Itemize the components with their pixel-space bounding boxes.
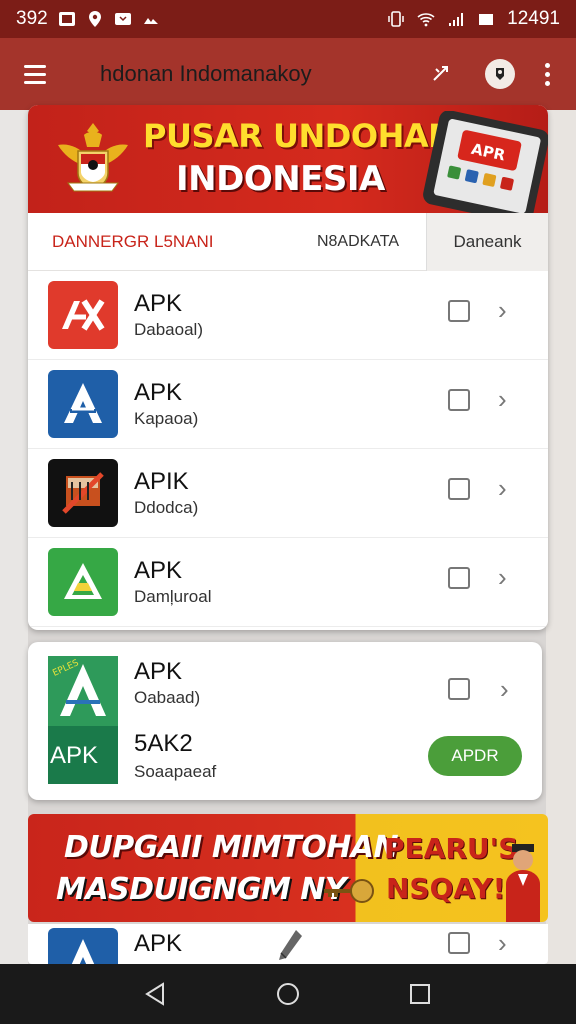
recents-button[interactable] <box>406 980 434 1008</box>
item-checkbox[interactable] <box>448 478 470 500</box>
item-subtitle: Kapaoa) <box>134 409 199 428</box>
more-options-button[interactable] <box>545 62 550 86</box>
recents-icon <box>410 984 430 1004</box>
system-nav-bar <box>0 964 576 1024</box>
item-subtitle: Damļuroal <box>134 587 212 606</box>
menu-icon <box>24 64 46 68</box>
item-title: APK <box>134 557 183 584</box>
apk-red-icon <box>48 281 118 349</box>
pencil-icon <box>279 930 302 960</box>
list-item[interactable]: APK Damļuroal › <box>28 538 548 627</box>
card-subtitle: Oabaad) <box>134 688 201 707</box>
item-subtitle: Dabaoal) <box>134 320 203 339</box>
apdr-button[interactable]: APDR <box>428 736 522 776</box>
apk-green-icon <box>48 548 118 616</box>
apk-blue-icon <box>48 928 118 964</box>
promo-right-line1: PEARU'S <box>384 832 519 865</box>
card-checkbox[interactable] <box>448 678 470 700</box>
card-subtitle-secondary: Soaapaeaf <box>134 762 217 781</box>
profile-icon <box>496 68 504 80</box>
app-title: hdonan Indomanakoy <box>100 61 312 86</box>
signal-icon <box>449 13 464 26</box>
banner-title-line1: PUSAR UNDOHAN <box>143 117 455 155</box>
more-icon-dot <box>545 71 550 77</box>
tab-n8adkata[interactable]: N8ADKATA <box>290 213 426 271</box>
item-title: APIK <box>134 468 189 495</box>
more-icon-dot <box>545 80 550 86</box>
app-bar: hdonan Indomanakoy <box>0 38 576 110</box>
share-icon <box>433 66 448 81</box>
item-title: APK <box>134 290 183 317</box>
apk-featured-label: APK <box>50 742 99 769</box>
item-title: APK <box>134 379 183 406</box>
apk-blue-icon <box>48 370 118 438</box>
share-button[interactable] <box>427 60 455 88</box>
media-icon <box>143 18 158 24</box>
list-item[interactable]: APK Dabaoal) › <box>28 271 548 360</box>
item-checkbox[interactable] <box>448 932 470 954</box>
background-left <box>0 110 28 964</box>
key-icon <box>324 879 374 903</box>
home-icon <box>277 983 299 1005</box>
header-banner[interactable]: PUSAR UNDOHAN INDONESIA APR <box>28 105 548 213</box>
card-title-secondary: 5AK2 <box>134 730 193 757</box>
person-illustration-icon <box>506 844 540 922</box>
profile-button[interactable] <box>485 59 515 89</box>
location-icon <box>88 11 101 27</box>
status-time: 12491 <box>507 8 560 29</box>
promo-right-line2: NSQAY! <box>386 872 506 905</box>
chevron-right-icon[interactable]: › <box>498 384 507 415</box>
chevron-right-icon[interactable]: › <box>498 473 507 504</box>
tab-daneank[interactable]: Daneank <box>426 212 548 271</box>
chevron-right-icon[interactable]: › <box>498 295 507 326</box>
vibrate-icon <box>388 11 404 27</box>
wifi-icon <box>417 13 435 27</box>
banner-title-line2: INDONESIA <box>176 159 385 199</box>
status-bar: 392 12491 <box>0 0 576 38</box>
photo-notification-icon <box>58 12 75 26</box>
background-right <box>546 110 576 964</box>
list-item[interactable]: APK › <box>28 924 548 964</box>
list-item[interactable]: APIK Ddodca) › <box>28 449 548 538</box>
garuda-emblem-icon <box>58 123 128 192</box>
menu-button[interactable] <box>24 56 60 92</box>
battery-icon <box>479 14 494 25</box>
status-left-text: 392 <box>16 8 48 29</box>
back-button[interactable] <box>142 980 170 1008</box>
more-icon <box>545 62 550 68</box>
apk-black-icon <box>48 459 118 527</box>
home-button[interactable] <box>274 980 302 1008</box>
message-icon <box>114 13 131 25</box>
back-icon <box>145 982 164 1006</box>
card-title: APK <box>134 658 183 685</box>
item-checkbox[interactable] <box>448 389 470 411</box>
featured-card[interactable]: EPLES APK APK Oabaad) 5AK2 Soaapaeaf › A… <box>28 642 542 800</box>
promo-line2: MASDUIGNGM NY <box>56 872 347 907</box>
menu-icon-line <box>24 80 46 84</box>
tab-bar: DANNERGR L5NANI N8ADKATA Daneank <box>28 212 548 271</box>
menu-icon-line <box>24 72 46 76</box>
item-checkbox[interactable] <box>448 567 470 589</box>
chevron-right-icon[interactable]: › <box>500 674 509 705</box>
item-checkbox[interactable] <box>448 300 470 322</box>
item-subtitle: Ddodca) <box>134 498 199 517</box>
promo-banner[interactable]: DUPGAII MIMTOHAN MASDUIGNGM NY PEARU'S N… <box>28 814 548 922</box>
phone-illustration-icon: APR <box>423 111 548 213</box>
main-panel: PUSAR UNDOHAN INDONESIA APR DANNERGR L5N… <box>28 105 548 630</box>
list-item[interactable]: APK Kapaoa) › <box>28 360 548 449</box>
chevron-right-icon[interactable]: › <box>498 928 507 959</box>
tab-dannergr[interactable]: DANNERGR L5NANI <box>28 213 290 271</box>
item-title: APK <box>134 930 183 957</box>
chevron-right-icon[interactable]: › <box>498 562 507 593</box>
promo-line1: DUPGAII MIMTOHAN <box>64 830 399 865</box>
